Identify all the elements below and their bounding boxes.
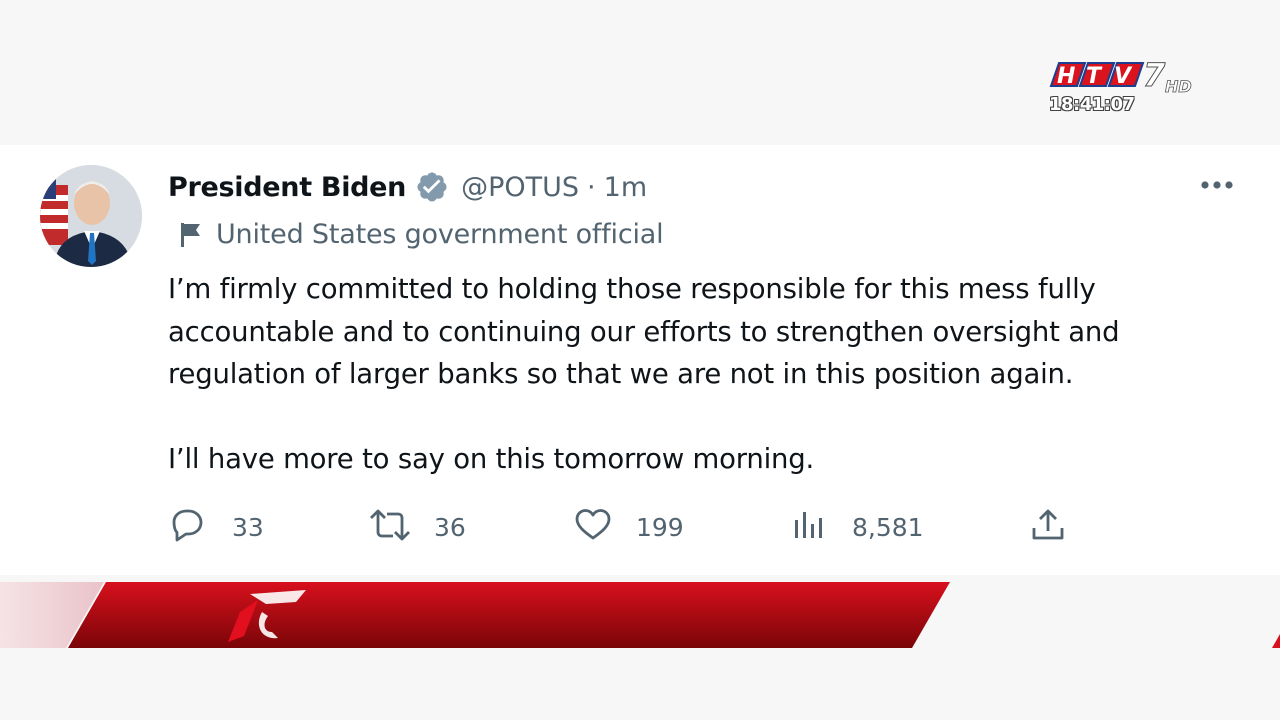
reply-count: 33 bbox=[232, 512, 264, 542]
verified-badge-icon bbox=[415, 170, 449, 204]
tweet-author-row: President Biden @POTUS · 1m bbox=[168, 167, 647, 207]
svg-text:H: H bbox=[1057, 64, 1075, 89]
tweet-text-line: I’m firmly committed to holding those re… bbox=[168, 273, 1096, 305]
svg-text:T: T bbox=[1086, 64, 1103, 89]
svg-text:HD: HD bbox=[1165, 77, 1192, 96]
author-name[interactable]: President Biden bbox=[168, 172, 406, 203]
tweet-actions: 33 36 199 8,581 bbox=[168, 507, 1088, 547]
views-count: 8,581 bbox=[852, 512, 924, 542]
government-label-text: United States government official bbox=[216, 219, 664, 250]
retweet-button[interactable]: 36 bbox=[368, 507, 466, 547]
like-icon bbox=[574, 507, 612, 547]
like-count: 199 bbox=[636, 512, 684, 542]
svg-text:7: 7 bbox=[1143, 58, 1166, 94]
reply-button[interactable]: 33 bbox=[168, 507, 264, 547]
tweet-timestamp[interactable]: 1m bbox=[604, 172, 647, 203]
author-handle[interactable]: @POTUS bbox=[461, 172, 579, 203]
tweet-text-line: regulation of larger banks so that we ar… bbox=[168, 358, 1074, 390]
station-clock: 18:41:07 bbox=[1049, 94, 1135, 115]
time-separator: · bbox=[587, 171, 596, 203]
share-button[interactable] bbox=[1030, 507, 1066, 547]
retweet-icon bbox=[368, 507, 412, 547]
station-logo: H T V 7 HD 18:41:07 bbox=[1045, 58, 1205, 116]
flag-icon bbox=[178, 221, 204, 249]
tweet-text-line: I’ll have more to say on this tomorrow m… bbox=[168, 442, 815, 475]
more-icon[interactable] bbox=[1200, 177, 1234, 191]
share-icon bbox=[1030, 507, 1066, 547]
views-icon bbox=[792, 507, 824, 547]
tweet-text-line: accountable and to continuing our effort… bbox=[168, 315, 1120, 348]
like-button[interactable]: 199 bbox=[574, 507, 684, 547]
views-button[interactable]: 8,581 bbox=[792, 507, 924, 547]
avatar[interactable] bbox=[40, 165, 142, 267]
tweet-body: I’m firmly committed to holding those re… bbox=[168, 268, 1228, 480]
news-lower-third-banner bbox=[0, 582, 1280, 648]
government-label[interactable]: United States government official bbox=[178, 219, 664, 250]
svg-text:V: V bbox=[1114, 64, 1133, 89]
retweet-count: 36 bbox=[434, 512, 466, 542]
reply-icon bbox=[168, 507, 206, 547]
tweet-card[interactable]: President Biden @POTUS · 1m United State… bbox=[0, 145, 1280, 575]
